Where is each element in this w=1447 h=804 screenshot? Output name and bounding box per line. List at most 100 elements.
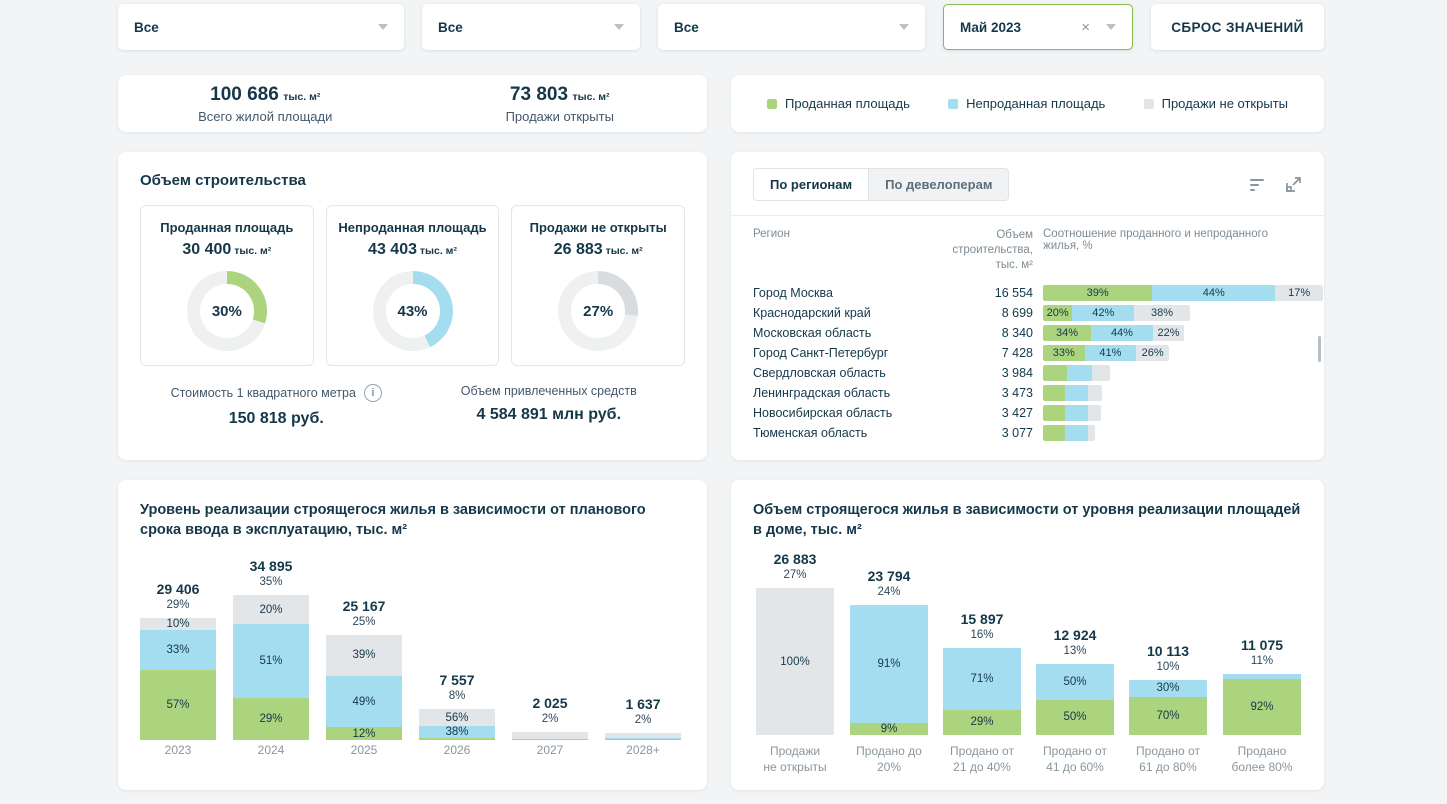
donut-chart: 27% [558, 271, 638, 351]
donut-percent-label: 30% [187, 271, 267, 351]
bar-segment-not_open: 22% [1153, 325, 1184, 341]
region-stacked-bar [1043, 365, 1110, 381]
column-share-label: 13% [1063, 645, 1086, 657]
region-volume: 3 984 [933, 366, 1033, 380]
tab-by-regions[interactable]: По регионам [754, 169, 868, 200]
region-volume: 3 473 [933, 386, 1033, 400]
x-axis-label: 2026 [409, 742, 505, 758]
sort-icon[interactable] [1250, 178, 1267, 192]
table-row: Свердловская область3 984 [753, 363, 1302, 383]
chart-column: 2 0252% [512, 695, 588, 740]
bar-segment-sold: 50% [1036, 700, 1114, 736]
column-stacked-bar: 71%29% [943, 648, 1021, 735]
bar-segment-not_open: 10% [140, 618, 216, 630]
region-volume: 3 077 [933, 426, 1033, 440]
column-total-label: 26 883 [774, 551, 817, 567]
filter-dropdown-date[interactable]: Май 2023 × [943, 4, 1133, 50]
column-total-label: 34 895 [250, 558, 293, 574]
chart-column: 11 07511%92% [1223, 637, 1301, 735]
chart-by-year-card: Уровень реализации строящегося жилья в з… [118, 480, 707, 790]
stat-sales-open: 73 803 тыс. м² Продажи открыты [413, 84, 708, 124]
bar-segment-sold: 70% [1129, 697, 1207, 736]
region-name: Московская область [753, 326, 933, 340]
column-share-label: 11% [1251, 655, 1273, 667]
region-name: Новосибирская область [753, 406, 933, 420]
donut-card: Непроданная площадь43 403 тыс. м²43% [326, 205, 500, 366]
construction-volume-card: Объем строительства Проданная площадь30 … [118, 152, 707, 460]
bar-segment-sold [419, 738, 495, 740]
chart-column: 15 89716%71%29% [943, 611, 1021, 735]
table-row: Новосибирская область3 427 [753, 403, 1302, 423]
chevron-down-icon [899, 24, 909, 30]
regions-header: По регионам По девелоперам [731, 152, 1324, 216]
region-stacked-bar [1043, 405, 1101, 421]
bar-segment-unsold: 44% [1152, 285, 1275, 301]
bar-segment-sold: 20% [1043, 305, 1072, 321]
x-axis-label: 2024 [223, 742, 319, 758]
column-total-label: 12 924 [1054, 627, 1097, 643]
chart-column: 12 924 13% 50%50% [1036, 627, 1114, 735]
region-bar-cell: 39%44%17% [1033, 285, 1323, 301]
bar-segment-unsold: 91% [850, 605, 928, 723]
column-share-label: 27% [783, 569, 806, 581]
stat-total-area-label: Всего жилой площади [118, 109, 413, 124]
filter-dropdown-date-value: Май 2023 [960, 20, 1021, 35]
summary-stats-card: 100 686 тыс. м² Всего жилой площади 73 8… [118, 75, 707, 132]
column-total-label: 1 637 [625, 696, 660, 712]
reset-filters-button[interactable]: СБРОС ЗНАЧЕНИЙ [1151, 4, 1324, 50]
construction-bottom-stats: Стоимость 1 квадратного метра i 150 818 … [140, 384, 685, 428]
region-stacked-bar: 34%44%22% [1043, 325, 1184, 341]
column-share-label: 2% [635, 714, 652, 726]
legend-swatch-gray [1144, 99, 1154, 109]
legend-swatch-green [767, 99, 777, 109]
filter-dropdown-3[interactable]: Все [658, 4, 925, 50]
price-per-sqm-label: Стоимость 1 квадратного метра [171, 386, 356, 400]
column-share-label: 25% [352, 616, 375, 628]
legend-item-unsold: Непроданная площадь [948, 96, 1105, 111]
bar-segment-sold: 33% [1043, 345, 1085, 361]
region-name: Краснодарский край [753, 306, 933, 320]
chart-by-realization-title: Объем строящегося жилья в зависимости от… [753, 500, 1302, 541]
chart-column: 1 637 2% [605, 696, 681, 740]
column-share-label: 10% [1156, 661, 1179, 673]
region-stacked-bar [1043, 385, 1102, 401]
filter-dropdown-2[interactable]: Все [422, 4, 640, 50]
filter-dropdown-3-value: Все [674, 20, 699, 35]
donut-title: Проданная площадь [147, 220, 307, 235]
bar-segment-sold: 29% [943, 710, 1021, 735]
region-name: Город Москва [753, 286, 933, 300]
column-header-region: Регион [753, 228, 933, 240]
dashboard: Все Все Все Май 2023 × СБРОС ЗНАЧЕНИЙ 10… [0, 0, 1447, 804]
region-stacked-bar: 33%41%26% [1043, 345, 1169, 361]
filter-dropdown-1[interactable]: Все [118, 4, 404, 50]
x-axis-label: 2027 [502, 742, 598, 758]
bar-segment-unsold: 41% [1085, 345, 1137, 361]
bar-segment-not_open [1092, 365, 1110, 381]
chart-column: 7 5578%56%38% [419, 672, 495, 740]
price-per-sqm-value: 150 818 руб. [140, 410, 413, 428]
bar-segment-not_open: 39% [326, 635, 402, 676]
column-share-label: 16% [970, 629, 993, 641]
expand-icon[interactable] [1285, 176, 1302, 193]
column-stacked-bar: 10%33%57% [140, 618, 216, 740]
chart-column: 34 89535%20%51%29% [233, 558, 309, 740]
info-icon[interactable]: i [364, 384, 382, 402]
clear-filter-icon[interactable]: × [1081, 20, 1090, 35]
legend-item-not-open: Продажи не открыты [1144, 96, 1288, 111]
column-header-volume: Объем строительства, тыс. м² [933, 228, 1033, 273]
tab-by-developers[interactable]: По девелоперам [868, 169, 1008, 200]
bar-segment-unsold: 30% [1129, 680, 1207, 697]
column-total-label: 7 557 [439, 672, 474, 688]
table-row: Тюменская область3 077 [753, 423, 1302, 443]
column-total-label: 25 167 [343, 598, 386, 614]
regions-table-header: Регион Объем строительства, тыс. м² Соот… [753, 228, 1302, 283]
bar-segment-unsold: 50% [1036, 664, 1114, 700]
regions-tab-group: По регионам По девелоперам [753, 168, 1009, 201]
scrollbar[interactable] [1318, 336, 1321, 362]
donut-chart: 30% [187, 271, 267, 351]
stat-sales-open-unit: тыс. м² [573, 91, 610, 103]
x-axis-label: Продано от21 до 40% [934, 743, 1030, 775]
column-stacked-bar: 20%51%29% [233, 595, 309, 740]
chevron-down-icon [378, 24, 388, 30]
donut-card: Проданная площадь30 400 тыс. м²30% [140, 205, 314, 366]
